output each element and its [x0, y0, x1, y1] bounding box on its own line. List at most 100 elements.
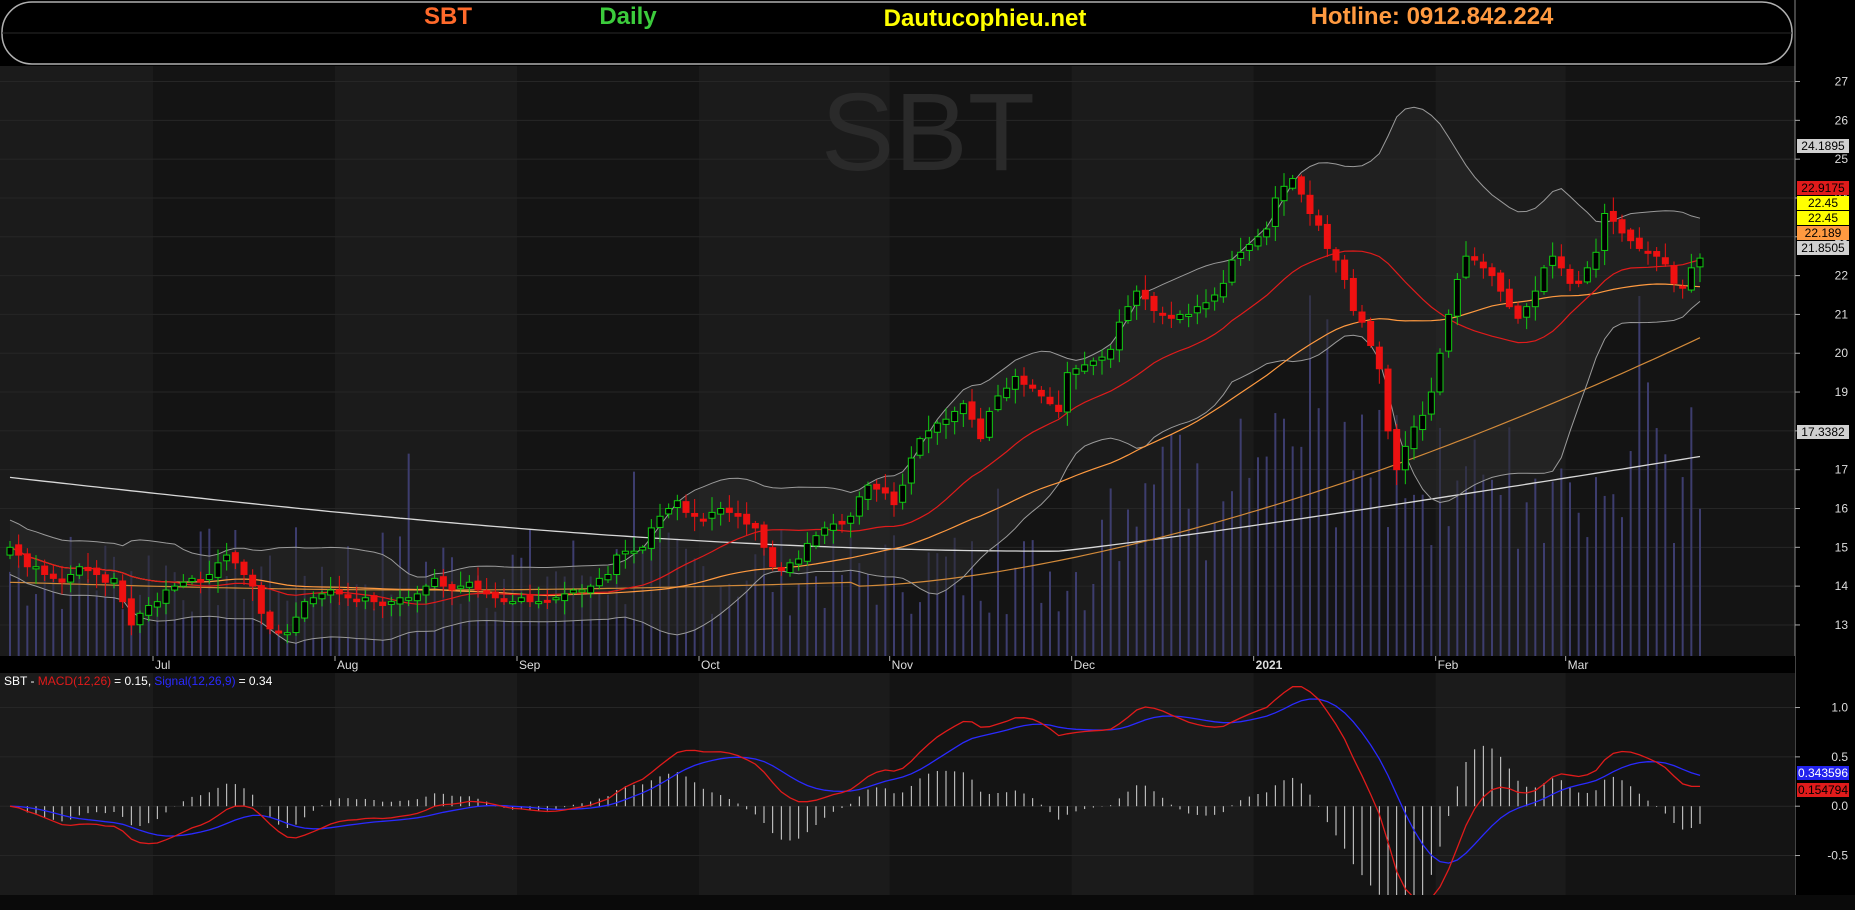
candle-body: [162, 589, 170, 604]
price-tick-label: 14: [1835, 579, 1849, 593]
macd-price-tag: 0.343596: [1797, 766, 1849, 780]
volume-bar: [1127, 509, 1129, 656]
volume-bar: [806, 563, 809, 656]
candle-body: [595, 577, 603, 587]
volume-bar: [1560, 468, 1563, 656]
candle-body: [665, 508, 673, 515]
candle-body: [136, 612, 144, 626]
candle-body: [6, 546, 14, 556]
candle-body: [84, 566, 92, 572]
candle-body: [1670, 265, 1678, 284]
volume-bar: [858, 563, 861, 656]
candle-body: [1479, 261, 1487, 269]
candle-body: [1237, 251, 1245, 259]
volume-bar: [1465, 466, 1467, 656]
candle-body: [1583, 267, 1591, 283]
date-axis: Jul Aug Sep Oct Nov Dec 2021 Feb Mar: [0, 656, 1795, 673]
volume-bar: [1482, 474, 1485, 656]
candle-body: [1410, 426, 1418, 450]
macd-price-tags: 0.343596 0.154794: [1797, 766, 1849, 797]
header-hotline: Hotline: 0912.842.224: [1311, 3, 1554, 30]
candle-body: [1540, 267, 1548, 293]
macd-legend: SBT - MACD(12,26) = 0.15, Signal(12,26,9) =…: [4, 674, 273, 688]
candle-body: [907, 457, 915, 484]
volume-bar: [1179, 434, 1181, 656]
candle-body: [32, 566, 40, 570]
price-tag: 24.1895: [1797, 139, 1849, 153]
header-ticker: SBT: [424, 3, 472, 30]
volume-bar: [1049, 571, 1051, 656]
candle-body: [1696, 257, 1704, 268]
candle-body: [1367, 320, 1375, 346]
candle-body: [890, 491, 898, 506]
header-bar: SBT Daily Dautucophieu.net Hotline: 0912…: [1, 1, 1793, 65]
volume-bar: [789, 615, 791, 656]
candle-body: [760, 524, 768, 548]
candle-body: [656, 515, 664, 528]
candle-body: [968, 401, 976, 420]
candle-body: [1280, 185, 1288, 202]
candle-body: [257, 585, 265, 614]
candle-body: [1037, 389, 1045, 397]
candle-body: [335, 589, 343, 595]
candle-body: [1393, 429, 1401, 471]
volume-bar: [1170, 433, 1173, 656]
candle-body: [1297, 176, 1305, 195]
candle-body: [1098, 356, 1106, 361]
candle-body: [93, 567, 101, 575]
candle-body: [240, 561, 248, 575]
volume-bar: [1690, 407, 1693, 656]
macd-price-tag-label: 0.343596: [1798, 766, 1848, 780]
candle-body: [344, 594, 352, 599]
candle-body: [786, 562, 794, 574]
volume-bar: [1057, 611, 1060, 656]
candle-body: [1003, 387, 1011, 399]
candle-body: [751, 522, 759, 529]
candle-body: [587, 585, 595, 594]
price-tick-label: 27: [1835, 75, 1849, 89]
volume-bar: [979, 600, 982, 656]
candle-body: [439, 576, 447, 587]
candle-body: [75, 566, 83, 576]
volume-bar: [1075, 572, 1077, 656]
macd-price-tag-label: 0.154794: [1798, 783, 1848, 797]
price-tag: 21.8505: [1797, 241, 1849, 255]
candle-body: [925, 430, 933, 439]
macd-tick-label: 0.5: [1831, 750, 1848, 764]
candle-body: [1020, 375, 1028, 385]
candle-body: [500, 598, 508, 603]
volume-bar: [1491, 479, 1493, 656]
macd-month-band: [517, 673, 699, 895]
macd-legend-signal-value: = 0.34: [239, 674, 273, 688]
candle-body: [509, 601, 517, 605]
price-tick-label: 17: [1835, 463, 1849, 477]
volume-bar: [1144, 483, 1147, 656]
volume-bar: [1647, 382, 1649, 656]
candle-body: [1497, 272, 1505, 292]
candle-body: [985, 410, 993, 438]
volume-bar: [1083, 610, 1086, 656]
candle-body: [855, 496, 863, 517]
candle-body: [1193, 306, 1201, 314]
candle-body: [1523, 306, 1531, 318]
volume-bar: [191, 611, 193, 656]
volume-bar: [1629, 451, 1632, 656]
macd-legend-macd-label: MACD(12,26): [38, 674, 111, 688]
volume-bar: [901, 592, 904, 656]
candle-body: [1505, 288, 1513, 308]
volume-bar: [1274, 413, 1277, 656]
candle-body: [309, 597, 317, 605]
volume-bar: [1231, 491, 1233, 656]
bottom-strip: [0, 895, 1855, 910]
candle-body: [1115, 321, 1123, 351]
candle-body: [127, 598, 135, 626]
volume-bar: [1023, 541, 1025, 656]
candle-body: [1635, 237, 1643, 249]
candle-body: [1107, 348, 1115, 360]
candle-body: [543, 599, 551, 603]
candle-body: [1133, 290, 1141, 306]
candle-body: [387, 601, 395, 605]
macd-month-band: [1253, 673, 1436, 895]
volume-bar: [1101, 519, 1103, 656]
volume-bar: [1430, 545, 1433, 656]
